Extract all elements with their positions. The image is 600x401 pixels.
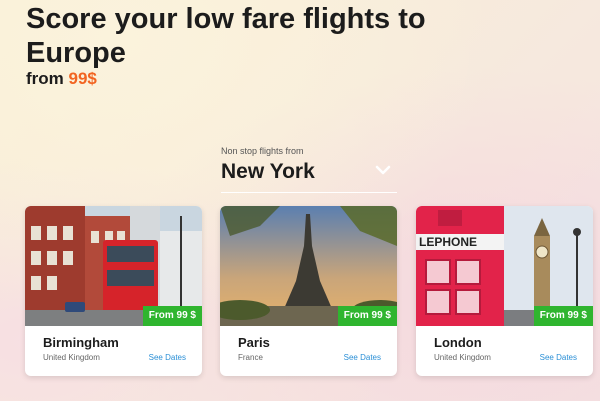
price-badge: From 99 $ xyxy=(533,306,593,326)
see-dates-link[interactable]: See Dates xyxy=(149,353,186,362)
price-badge: From 99 $ xyxy=(337,306,397,326)
origin-label: Non stop flights from xyxy=(221,146,304,156)
country-name: United Kingdom xyxy=(434,353,491,362)
destination-card-london[interactable]: LEPHONE From 99 $ London United Kingdom … xyxy=(416,206,593,376)
country-name: United Kingdom xyxy=(43,353,100,362)
city-name: London xyxy=(434,335,482,350)
svg-text:LEPHONE: LEPHONE xyxy=(419,235,477,249)
city-name: Paris xyxy=(238,335,270,350)
origin-value: New York xyxy=(221,160,315,183)
destination-card-paris[interactable]: From 99 $ Paris France See Dates xyxy=(220,206,397,376)
from-label: from xyxy=(26,69,69,88)
see-dates-link[interactable]: See Dates xyxy=(540,353,577,362)
price-value: 99$ xyxy=(68,69,97,88)
city-name: Birmingham xyxy=(43,335,119,350)
destination-card-birmingham[interactable]: From 99 $ Birmingham United Kingdom See … xyxy=(25,206,202,376)
see-dates-link[interactable]: See Dates xyxy=(344,353,381,362)
country-name: France xyxy=(238,353,263,362)
headline: Score your low fare flights to Europe xyxy=(26,3,426,69)
price-badge: From 99 $ xyxy=(142,306,202,326)
origin-dropdown[interactable]: New York xyxy=(221,158,397,193)
price-subline: from 99$ xyxy=(26,69,97,89)
chevron-down-icon xyxy=(375,165,391,175)
